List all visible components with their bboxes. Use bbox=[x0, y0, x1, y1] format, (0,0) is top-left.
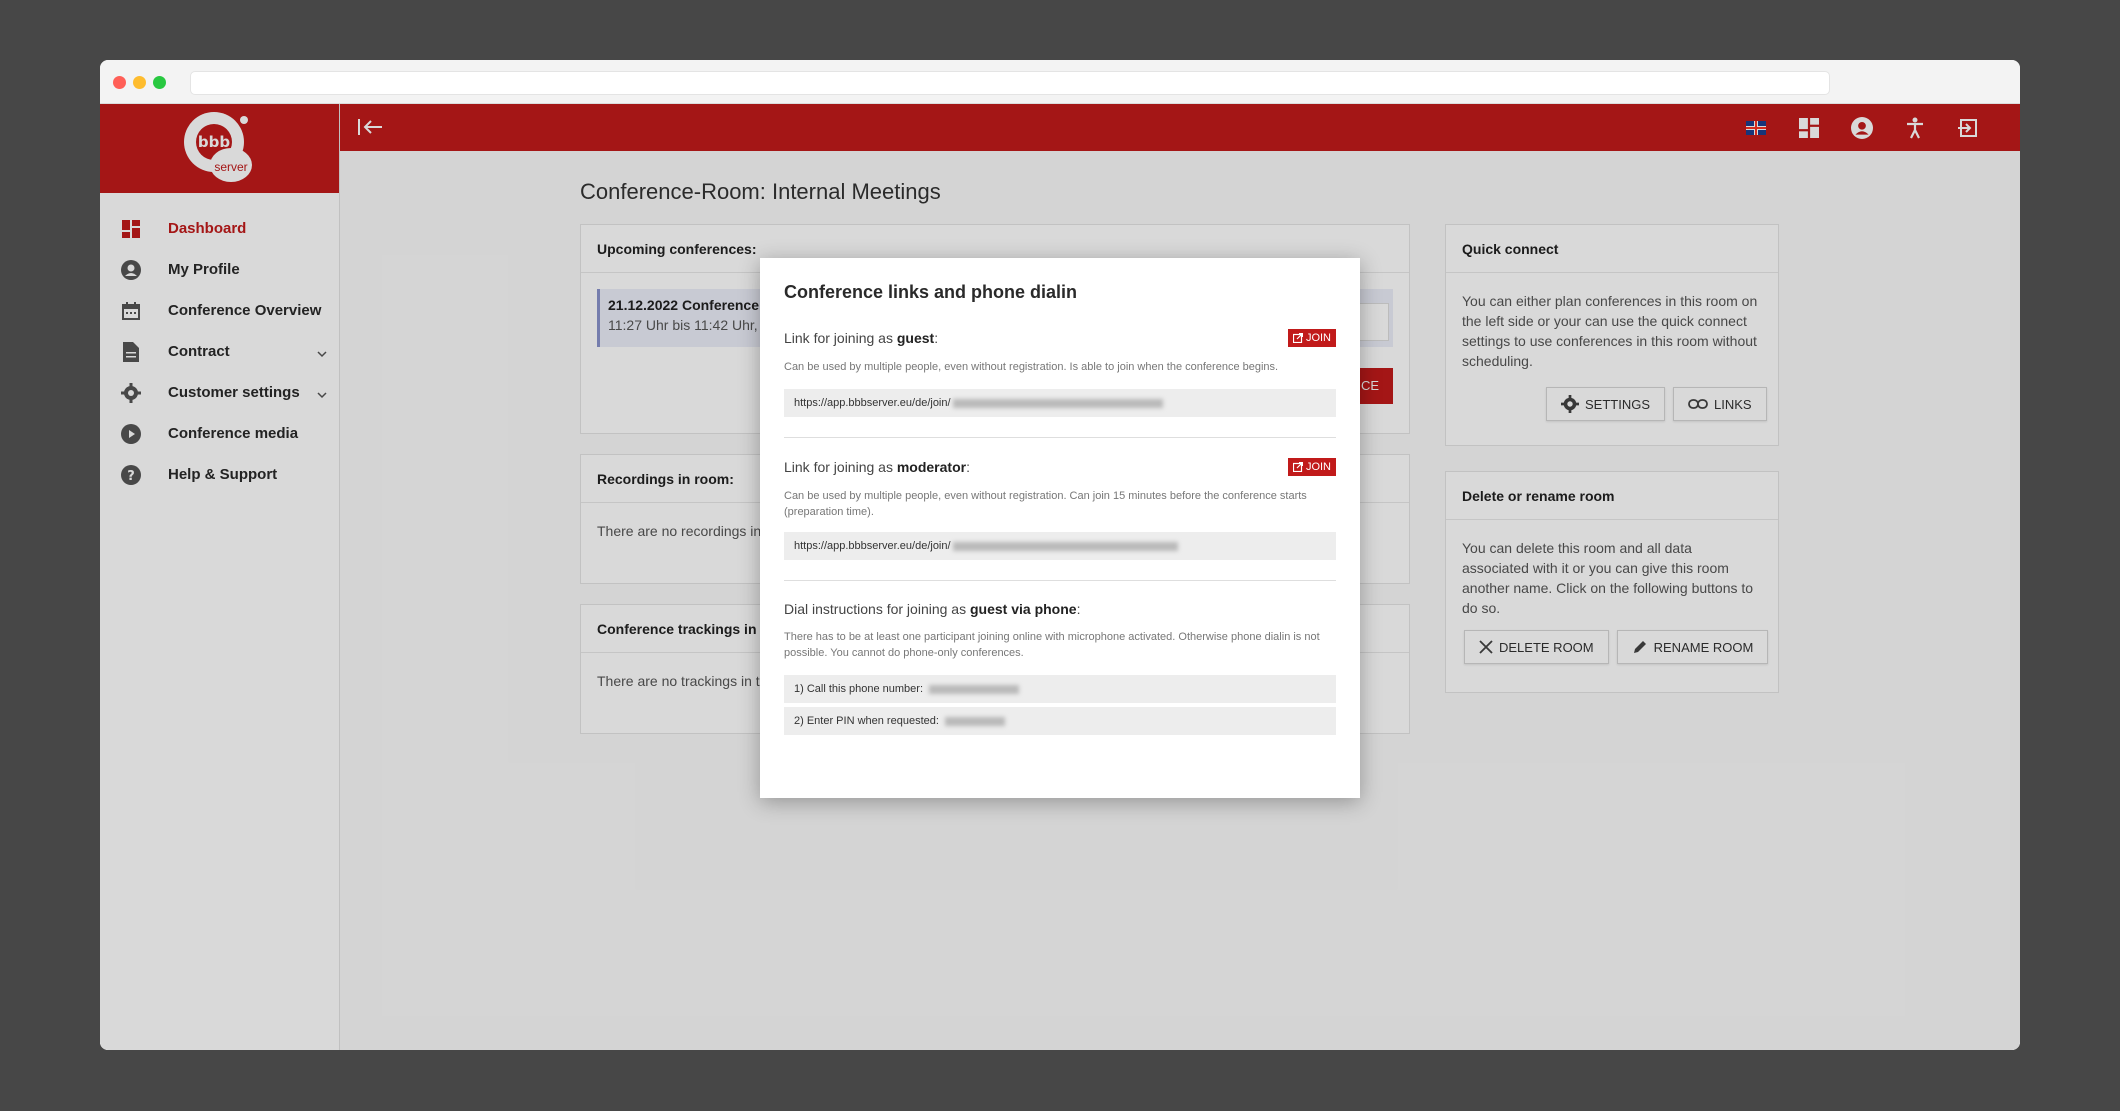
divider bbox=[784, 580, 1336, 581]
modal-title: Conference links and phone dialin bbox=[784, 282, 1078, 302]
guest-link-hint: Can be used by multiple people, even wit… bbox=[784, 361, 1279, 373]
redacted-token bbox=[952, 398, 1163, 408]
dial-step-pin: 2) Enter PIN when requested: bbox=[784, 707, 1336, 735]
open-external-icon bbox=[1292, 462, 1303, 472]
conference-links-modal: Conference links and phone dialin Link f… bbox=[760, 258, 1360, 798]
dial-instructions-row: Dial instructions for joining as guest v… bbox=[784, 601, 1336, 617]
maximize-window-button[interactable] bbox=[153, 76, 166, 89]
moderator-join-button[interactable]: JOIN bbox=[1287, 458, 1336, 476]
redacted-phone-number bbox=[929, 684, 1020, 694]
open-external-icon bbox=[1292, 333, 1303, 343]
guest-link-label: Link for joining as guest: bbox=[784, 330, 939, 346]
browser-titlebar bbox=[100, 60, 2020, 104]
close-window-button[interactable] bbox=[113, 76, 126, 89]
minimize-window-button[interactable] bbox=[133, 76, 146, 89]
moderator-link-hint: Can be used by multiple people, even wit… bbox=[784, 490, 1307, 518]
guest-link-field[interactable]: https://app.bbbserver.eu/de/join/ bbox=[784, 389, 1336, 417]
guest-join-button[interactable]: JOIN bbox=[1287, 329, 1336, 347]
moderator-link-label: Link for joining as moderator: bbox=[784, 459, 970, 475]
redacted-token bbox=[952, 541, 1178, 551]
moderator-link-field[interactable]: https://app.bbbserver.eu/de/join/ bbox=[784, 532, 1336, 560]
dial-instructions-hint: There has to be at least one participant… bbox=[784, 631, 1320, 659]
guest-link-row: Link for joining as guest: JOIN bbox=[784, 329, 1336, 347]
redacted-pin bbox=[944, 716, 1005, 726]
dial-instructions-label: Dial instructions for joining as guest v… bbox=[784, 601, 1081, 617]
address-bar[interactable] bbox=[190, 71, 1830, 95]
dial-step-phone: 1) Call this phone number: bbox=[784, 675, 1336, 703]
moderator-link-row: Link for joining as moderator: JOIN bbox=[784, 458, 1336, 476]
divider bbox=[784, 437, 1336, 438]
